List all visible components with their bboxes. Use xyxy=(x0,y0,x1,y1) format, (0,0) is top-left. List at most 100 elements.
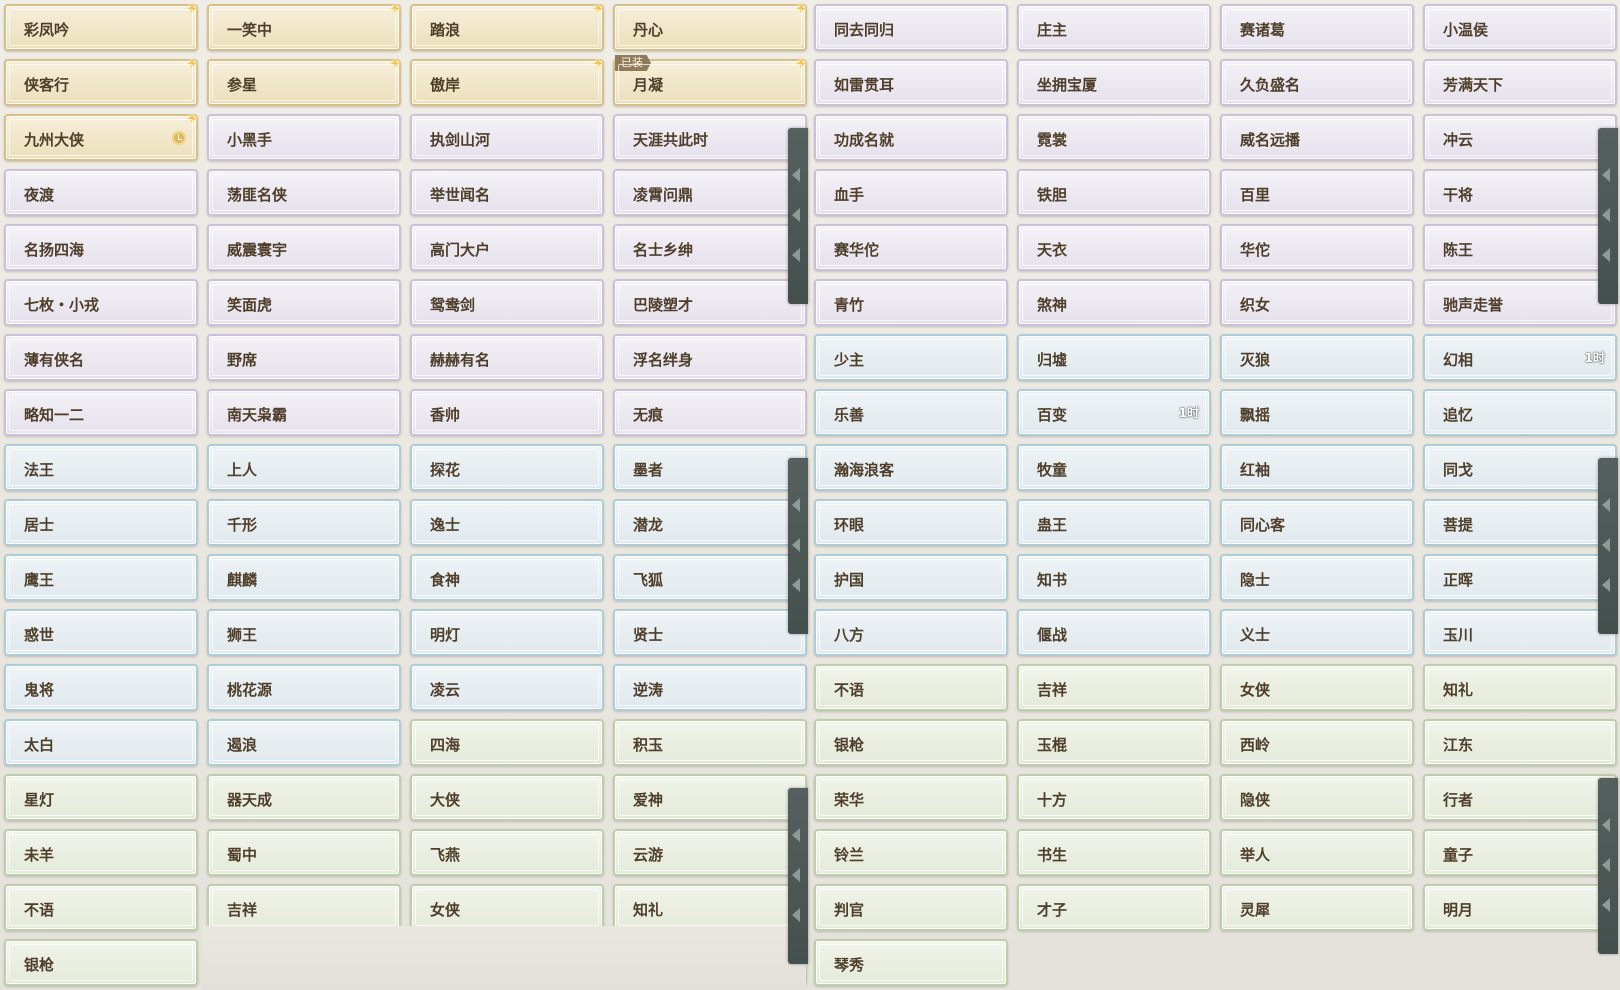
title-card[interactable]: 乐善 xyxy=(814,389,1008,436)
title-card[interactable]: 如雷贯耳 xyxy=(814,59,1008,106)
title-card[interactable]: 凌霄问鼎 xyxy=(613,169,807,216)
title-card[interactable]: 麒麟 xyxy=(207,554,401,601)
title-card[interactable]: 一笑中 ✦ xyxy=(207,1,401,51)
title-card[interactable]: 归墟 xyxy=(1017,334,1211,381)
title-card[interactable]: 铃兰 xyxy=(814,829,1008,876)
title-card[interactable]: 书生 xyxy=(1017,829,1211,876)
title-card[interactable]: 九州大侠 ✦ xyxy=(4,111,198,161)
title-card[interactable]: 千形 xyxy=(207,499,401,546)
title-card[interactable]: 护国 xyxy=(814,554,1008,601)
title-card[interactable]: 未羊 xyxy=(4,829,198,876)
title-card[interactable]: 踏浪 ✦ xyxy=(410,1,604,51)
title-card[interactable]: 青竹 xyxy=(814,279,1008,326)
title-card[interactable]: 女侠 xyxy=(410,884,604,931)
title-card[interactable]: 煞神 xyxy=(1017,279,1211,326)
title-card[interactable]: 隐士 xyxy=(1220,554,1414,601)
title-card[interactable]: 飘摇 xyxy=(1220,389,1414,436)
scrollbar-left-top[interactable] xyxy=(788,128,808,304)
title-card[interactable]: 逸士 xyxy=(410,499,604,546)
title-card[interactable]: 菩提 xyxy=(1423,499,1617,546)
title-card[interactable]: 器天成 xyxy=(207,774,401,821)
title-card[interactable]: 执剑山河 xyxy=(410,114,604,161)
title-card[interactable]: 薄有侠名 xyxy=(4,334,198,381)
title-card[interactable]: 积玉 xyxy=(613,719,807,766)
title-card[interactable]: 同戈 xyxy=(1423,444,1617,491)
title-card[interactable]: 小温侯 xyxy=(1423,4,1617,51)
title-card[interactable]: 太白 xyxy=(4,719,198,766)
title-card[interactable]: 少主 xyxy=(814,334,1008,381)
title-card[interactable]: 血手 xyxy=(814,169,1008,216)
title-card[interactable]: 潜龙 xyxy=(613,499,807,546)
title-card[interactable]: 云游 xyxy=(613,829,807,876)
title-card[interactable]: 鬼将 xyxy=(4,664,198,711)
title-card[interactable]: 瀚海浪客 xyxy=(814,444,1008,491)
title-card[interactable]: 上人 xyxy=(207,444,401,491)
title-card[interactable]: 笑面虎 xyxy=(207,279,401,326)
title-card[interactable]: 巴陵塑才 xyxy=(613,279,807,326)
scrollbar-left-mid[interactable] xyxy=(788,458,808,634)
title-card[interactable]: 织女 xyxy=(1220,279,1414,326)
title-card[interactable]: 蛊王 xyxy=(1017,499,1211,546)
title-card[interactable]: 玉川 xyxy=(1423,609,1617,656)
title-card[interactable]: 飞燕 xyxy=(410,829,604,876)
title-card[interactable]: 桃花源 xyxy=(207,664,401,711)
title-card[interactable]: 法王 xyxy=(4,444,198,491)
title-card[interactable]: 环眼 xyxy=(814,499,1008,546)
scrollbar-left-bottom[interactable] xyxy=(788,788,808,964)
title-card[interactable]: 银枪 xyxy=(814,719,1008,766)
title-card[interactable]: 南天枭霸 xyxy=(207,389,401,436)
title-card[interactable]: 威震寰宇 xyxy=(207,224,401,271)
title-card[interactable]: 赛诸葛 xyxy=(1220,4,1414,51)
title-card[interactable]: 冲云 xyxy=(1423,114,1617,161)
title-card[interactable]: 惑世 xyxy=(4,609,198,656)
title-card[interactable]: 陈王 xyxy=(1423,224,1617,271)
title-card[interactable]: 才子 xyxy=(1017,884,1211,931)
title-card[interactable]: 童子 xyxy=(1423,829,1617,876)
title-card[interactable]: 琴秀 xyxy=(814,939,1008,986)
title-card[interactable]: 行者 xyxy=(1423,774,1617,821)
title-card[interactable]: 狮王 xyxy=(207,609,401,656)
title-card[interactable]: 傲岸 ✦ xyxy=(410,56,604,106)
title-card[interactable]: 红袖 xyxy=(1220,444,1414,491)
title-card[interactable]: 星灯 xyxy=(4,774,198,821)
title-card[interactable]: 偃战 xyxy=(1017,609,1211,656)
title-card[interactable]: 彩凤吟 ✦ xyxy=(4,1,198,51)
title-card[interactable]: 知书 xyxy=(1017,554,1211,601)
title-card[interactable]: 明月 xyxy=(1423,884,1617,931)
title-card[interactable]: 月凝 ✦ 已装 xyxy=(613,55,807,106)
title-card[interactable]: 小黑手 xyxy=(207,114,401,161)
title-card[interactable]: 夜渡 xyxy=(4,169,198,216)
title-card[interactable]: 江东 xyxy=(1423,719,1617,766)
title-card[interactable]: 牧童 xyxy=(1017,444,1211,491)
title-card[interactable]: 侠客行 ✦ xyxy=(4,56,198,106)
title-card[interactable]: 正晖 xyxy=(1423,554,1617,601)
title-card[interactable]: 灵犀 xyxy=(1220,884,1414,931)
title-card[interactable]: 鹰王 xyxy=(4,554,198,601)
title-card[interactable]: 灭狼 xyxy=(1220,334,1414,381)
title-card[interactable]: 女侠 xyxy=(1220,664,1414,711)
title-card[interactable]: 驰声走誉 xyxy=(1423,279,1617,326)
title-card[interactable]: 丹心 ✦ xyxy=(613,1,807,51)
title-card[interactable]: 知礼 xyxy=(613,884,807,931)
title-card[interactable]: 大侠 xyxy=(410,774,604,821)
title-card[interactable]: 威名远播 xyxy=(1220,114,1414,161)
title-card[interactable]: 玉棍 xyxy=(1017,719,1211,766)
title-card[interactable]: 吉祥 xyxy=(1017,664,1211,711)
title-card[interactable]: 吉祥 xyxy=(207,884,401,931)
title-card[interactable]: 举人 xyxy=(1220,829,1414,876)
title-card[interactable]: 西岭 xyxy=(1220,719,1414,766)
title-card[interactable]: 食神 xyxy=(410,554,604,601)
title-card[interactable]: 百变 1时 xyxy=(1017,389,1211,436)
title-card[interactable]: 天衣 xyxy=(1017,224,1211,271)
title-card[interactable]: 遏浪 xyxy=(207,719,401,766)
title-card[interactable]: 鸳鸯剑 xyxy=(410,279,604,326)
title-card[interactable]: 十方 xyxy=(1017,774,1211,821)
title-card[interactable]: 隐侠 xyxy=(1220,774,1414,821)
title-card[interactable]: 赛华佗 xyxy=(814,224,1008,271)
title-card[interactable]: 香帅 xyxy=(410,389,604,436)
title-card[interactable]: 略知一二 xyxy=(4,389,198,436)
title-card[interactable]: 百里 xyxy=(1220,169,1414,216)
scrollbar-right-mid[interactable] xyxy=(1598,458,1618,634)
title-card[interactable]: 幻相 1时 xyxy=(1423,334,1617,381)
scrollbar-right-top[interactable] xyxy=(1598,128,1618,304)
